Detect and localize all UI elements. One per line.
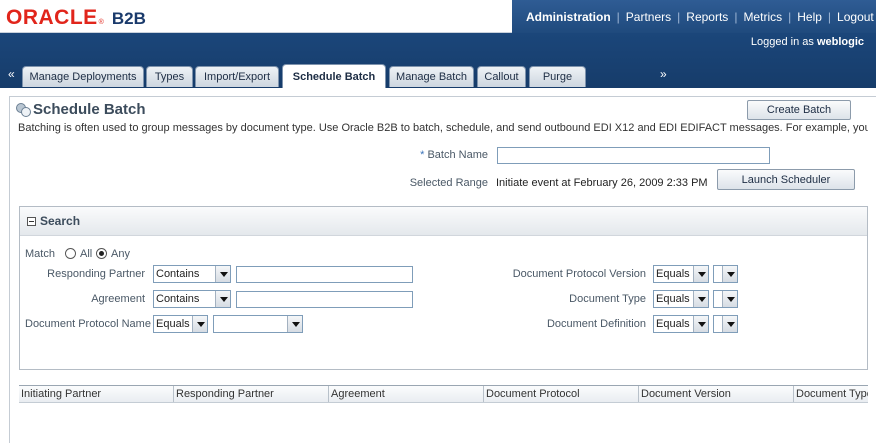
match-any-label: Any: [111, 248, 130, 260]
document-protocol-name-select[interactable]: [213, 315, 303, 333]
document-protocol-version-select[interactable]: [713, 265, 738, 283]
collapse-toggle-icon[interactable]: [27, 217, 36, 226]
tab-import-export[interactable]: Import/Export: [195, 66, 279, 87]
document-protocol-version-operator-select[interactable]: Equals: [653, 265, 709, 283]
launch-scheduler-button[interactable]: Launch Scheduler: [717, 169, 855, 190]
search-panel: Search Match All Any Responding Partner …: [19, 206, 868, 370]
dropdown-arrow-icon[interactable]: [722, 291, 737, 307]
column-initiating-partner[interactable]: Initiating Partner: [19, 386, 174, 402]
document-definition-operator-value: Equals: [656, 318, 690, 330]
batch-icon: [16, 103, 31, 117]
tab-schedule-batch[interactable]: Schedule Batch: [282, 64, 386, 88]
match-all-label: All: [80, 248, 93, 260]
nav-logout[interactable]: Logout: [831, 10, 876, 24]
logo-product-text: B2B: [111, 9, 146, 28]
batch-name-input[interactable]: [497, 147, 770, 164]
match-all-radio[interactable]: [65, 248, 76, 259]
document-protocol-name-label: Document Protocol Name: [25, 318, 151, 330]
document-protocol-version-operator-value: Equals: [656, 268, 690, 280]
nav-reports[interactable]: Reports: [680, 10, 734, 24]
dropdown-arrow-icon[interactable]: [693, 316, 708, 332]
agreement-operator-select[interactable]: Contains: [153, 290, 231, 308]
document-protocol-name-operator-value: Equals: [156, 318, 190, 330]
tab-types[interactable]: Types: [146, 66, 193, 87]
dropdown-arrow-icon[interactable]: [693, 266, 708, 282]
column-document-protocol[interactable]: Document Protocol: [484, 386, 639, 402]
dropdown-arrow-icon[interactable]: [693, 291, 708, 307]
column-responding-partner[interactable]: Responding Partner: [174, 386, 329, 402]
agreement-input[interactable]: [236, 291, 413, 308]
document-type-operator-value: Equals: [656, 293, 690, 305]
batch-name-label-text: Batch Name: [427, 149, 488, 161]
create-batch-button[interactable]: Create Batch: [747, 100, 851, 120]
document-protocol-name-operator-select[interactable]: Equals: [153, 315, 208, 333]
tab-scroll-right-icon[interactable]: »: [660, 67, 667, 81]
main-panel: Schedule Batch Create Batch Batching is …: [9, 96, 876, 443]
oracle-b2b-logo: ORACLE ® B2B: [6, 6, 146, 29]
dropdown-arrow-icon[interactable]: [215, 266, 230, 282]
dropdown-arrow-icon[interactable]: [722, 266, 737, 282]
document-protocol-version-label: Document Protocol Version: [512, 268, 646, 280]
logged-in-user: weblogic: [816, 36, 864, 48]
dropdown-arrow-icon[interactable]: [722, 316, 737, 332]
responding-partner-input[interactable]: [236, 266, 413, 283]
selected-range-value: Initiate event at February 26, 2009 2:33…: [496, 177, 708, 189]
document-definition-select[interactable]: [713, 315, 738, 333]
required-mark: *: [420, 149, 425, 161]
batch-name-label: * Batch Name: [400, 149, 488, 161]
column-agreement[interactable]: Agreement: [329, 386, 484, 402]
tab-manage-batch[interactable]: Manage Batch: [389, 66, 474, 87]
dropdown-arrow-icon[interactable]: [287, 316, 302, 332]
search-header[interactable]: Search: [20, 207, 867, 236]
tab-scroll-left-icon[interactable]: «: [8, 67, 15, 81]
responding-partner-label: Responding Partner: [47, 268, 145, 280]
dropdown-arrow-icon[interactable]: [192, 316, 207, 332]
column-document-version[interactable]: Document Version: [639, 386, 794, 402]
column-document-type[interactable]: Document Type: [794, 386, 868, 402]
results-table-header: Initiating Partner Responding Partner Ag…: [19, 385, 868, 403]
page-description: Batching is often used to group messages…: [18, 122, 868, 134]
search-title: Search: [40, 214, 81, 228]
document-definition-operator-select[interactable]: Equals: [653, 315, 709, 333]
responding-partner-operator-value: Contains: [156, 268, 200, 280]
match-any-radio[interactable]: [96, 248, 107, 259]
tab-manage-deployments[interactable]: Manage Deployments: [22, 66, 144, 87]
document-definition-label: Document Definition: [546, 318, 646, 330]
responding-partner-operator-select[interactable]: Contains: [153, 265, 231, 283]
match-label: Match: [25, 248, 55, 260]
nav-partners[interactable]: Partners: [620, 10, 677, 24]
tab-callout[interactable]: Callout: [477, 66, 526, 87]
tab-purge[interactable]: Purge: [529, 66, 586, 87]
page-title: Schedule Batch: [33, 101, 146, 118]
nav-administration[interactable]: Administration: [520, 10, 617, 24]
agreement-label: Agreement: [91, 293, 145, 305]
selected-range-label: Selected Range: [409, 177, 488, 189]
agreement-operator-value: Contains: [156, 293, 200, 305]
nav-help[interactable]: Help: [791, 10, 828, 24]
logged-in-status: Logged in as weblogic: [751, 36, 864, 48]
nav-metrics[interactable]: Metrics: [737, 10, 788, 24]
document-type-select[interactable]: [713, 290, 738, 308]
logo-registered-mark: ®: [98, 19, 104, 26]
logged-in-prefix: Logged in as: [750, 36, 814, 48]
document-type-label: Document Type: [569, 293, 646, 305]
dropdown-arrow-icon[interactable]: [215, 291, 230, 307]
header: ORACLE ® B2B Administration | Partners |…: [0, 0, 876, 33]
tab-bar: « Manage Deployments Types Import/Export…: [0, 64, 876, 88]
logo-oracle-text: ORACLE: [6, 6, 98, 29]
document-type-operator-select[interactable]: Equals: [653, 290, 709, 308]
global-nav: Administration | Partners | Reports | Me…: [512, 0, 876, 33]
